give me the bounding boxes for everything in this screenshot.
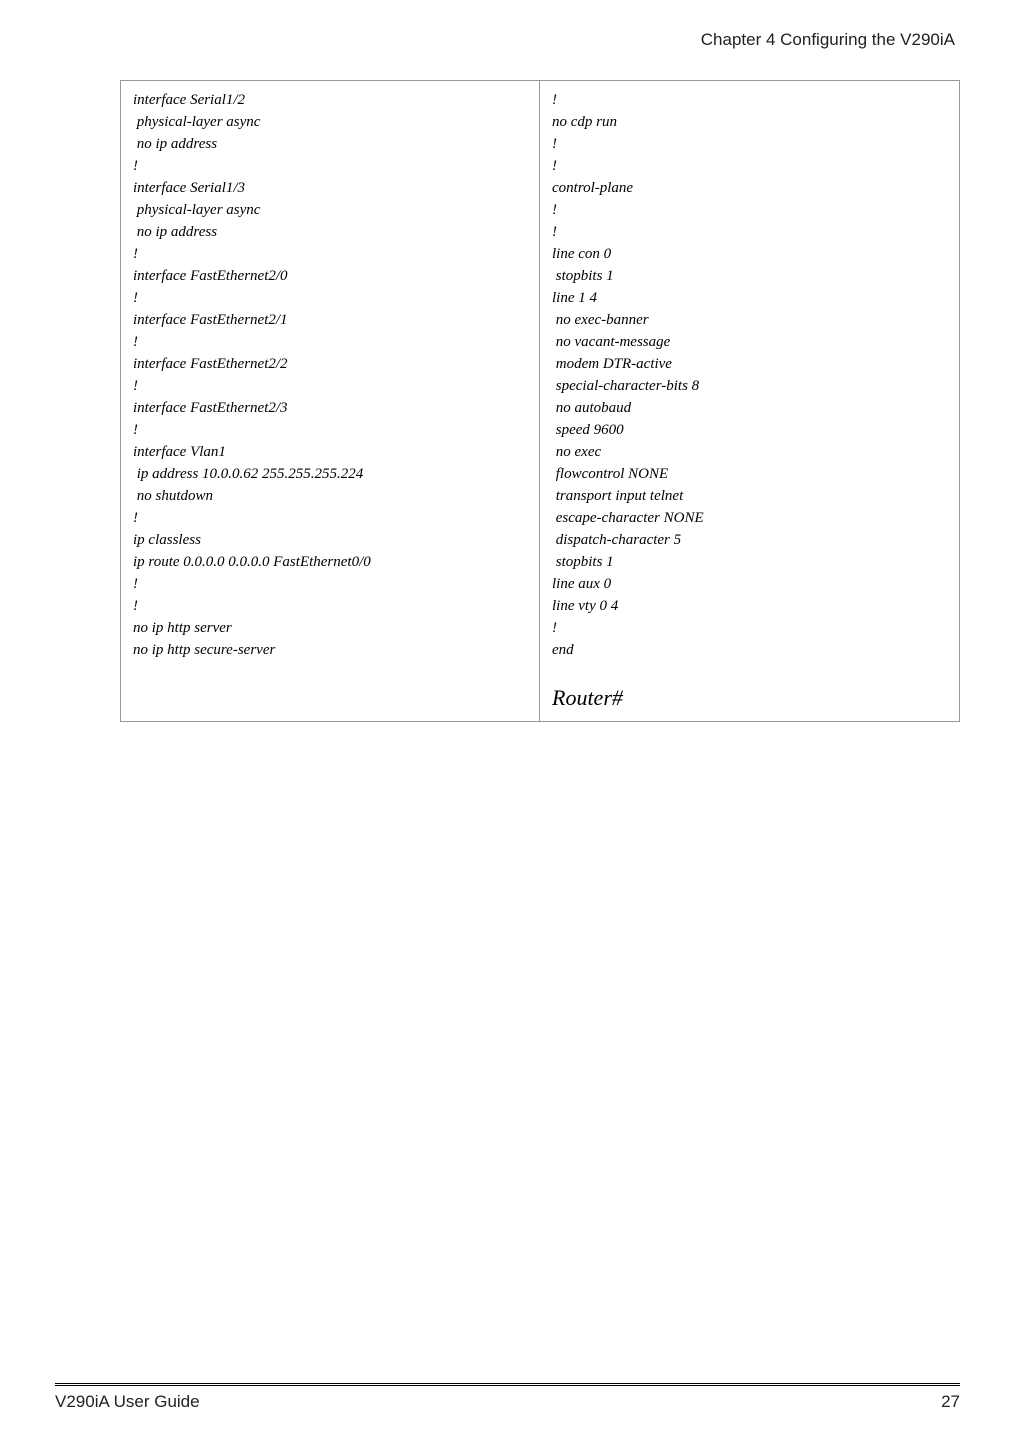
config-line: !	[552, 199, 949, 221]
config-line: control-plane	[552, 177, 949, 199]
config-line: !	[133, 573, 529, 595]
config-line: no shutdown	[133, 485, 529, 507]
config-line: dispatch-character 5	[552, 529, 949, 551]
config-output-table: interface Serial1/2 physical-layer async…	[120, 80, 960, 722]
config-line: interface FastEthernet2/1	[133, 309, 529, 331]
footer-guide-label: V290iA User Guide	[55, 1392, 200, 1412]
config-line: no cdp run	[552, 111, 949, 133]
config-right-column: !no cdp run!!control-plane!!line con 0 s…	[540, 81, 959, 721]
config-line: no ip address	[133, 221, 529, 243]
config-line: speed 9600	[552, 419, 949, 441]
config-line: stopbits 1	[552, 265, 949, 287]
config-line: !	[552, 133, 949, 155]
config-line: !	[133, 507, 529, 529]
config-line: ip classless	[133, 529, 529, 551]
config-line: no ip address	[133, 133, 529, 155]
config-line: line 1 4	[552, 287, 949, 309]
page-footer: V290iA User Guide 27	[55, 1383, 960, 1412]
config-line: ip route 0.0.0.0 0.0.0.0 FastEthernet0/0	[133, 551, 529, 573]
config-line: special-character-bits 8	[552, 375, 949, 397]
config-line: !	[552, 221, 949, 243]
config-line: !	[133, 287, 529, 309]
chapter-header: Chapter 4 Configuring the V290iA	[120, 30, 960, 80]
footer-page-number: 27	[941, 1392, 960, 1412]
config-line: !	[552, 617, 949, 639]
config-line: escape-character NONE	[552, 507, 949, 529]
config-line: modem DTR-active	[552, 353, 949, 375]
config-line: interface FastEthernet2/3	[133, 397, 529, 419]
config-line: !	[552, 89, 949, 111]
router-prompt: Router#	[552, 661, 949, 711]
config-line: !	[133, 155, 529, 177]
config-line: end	[552, 639, 949, 661]
config-line: no exec-banner	[552, 309, 949, 331]
config-line: interface FastEthernet2/2	[133, 353, 529, 375]
config-line: interface FastEthernet2/0	[133, 265, 529, 287]
config-line: no vacant-message	[552, 331, 949, 353]
config-line: no ip http server	[133, 617, 529, 639]
config-line: !	[133, 419, 529, 441]
config-line: flowcontrol NONE	[552, 463, 949, 485]
config-line: transport input telnet	[552, 485, 949, 507]
config-line: interface Vlan1	[133, 441, 529, 463]
config-line: ip address 10.0.0.62 255.255.255.224	[133, 463, 529, 485]
config-line: physical-layer async	[133, 111, 529, 133]
config-line: line vty 0 4	[552, 595, 949, 617]
config-line: physical-layer async	[133, 199, 529, 221]
config-line: interface Serial1/2	[133, 89, 529, 111]
config-line: !	[552, 155, 949, 177]
config-line: no exec	[552, 441, 949, 463]
config-line: line con 0	[552, 243, 949, 265]
config-line: stopbits 1	[552, 551, 949, 573]
config-line: no autobaud	[552, 397, 949, 419]
config-line: !	[133, 375, 529, 397]
config-left-column: interface Serial1/2 physical-layer async…	[121, 81, 540, 721]
config-line: !	[133, 243, 529, 265]
config-line: no ip http secure-server	[133, 639, 529, 661]
config-line: line aux 0	[552, 573, 949, 595]
config-line: interface Serial1/3	[133, 177, 529, 199]
config-line: !	[133, 331, 529, 353]
config-line: !	[133, 595, 529, 617]
